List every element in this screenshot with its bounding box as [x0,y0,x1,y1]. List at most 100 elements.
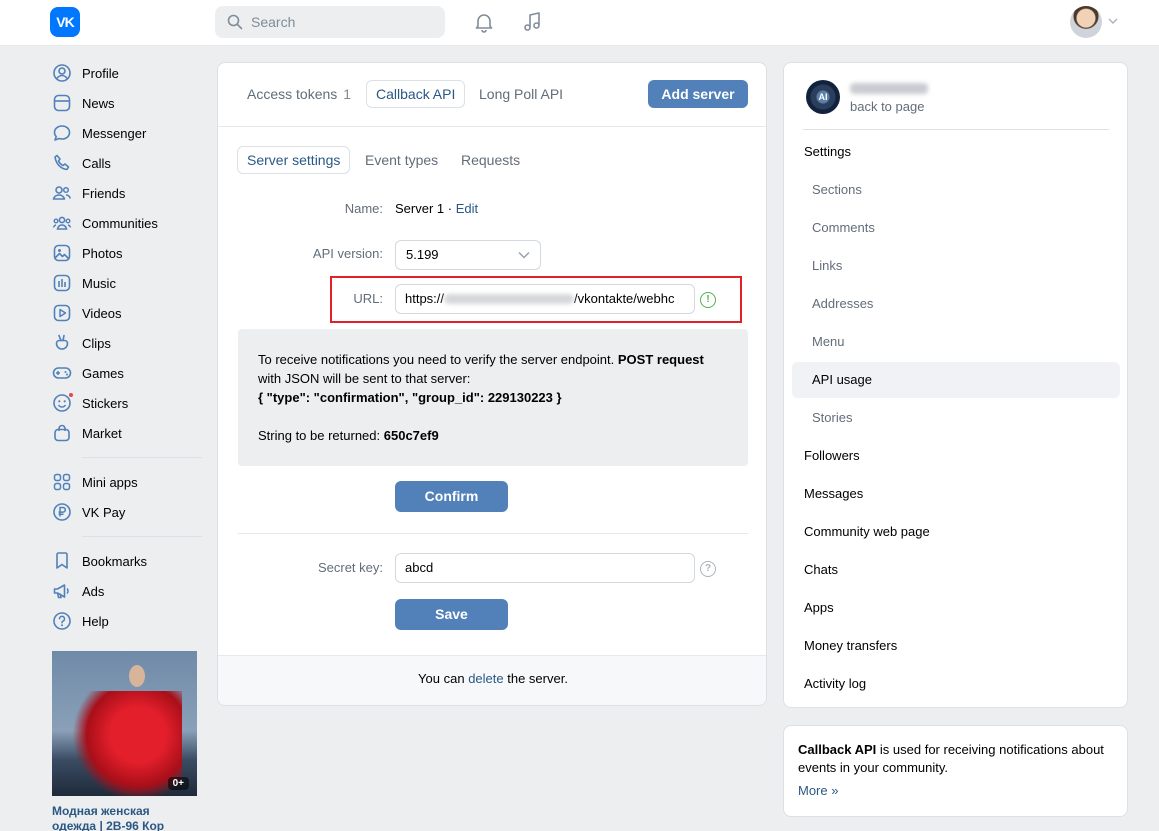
bookmark-icon [56,552,68,569]
tab-access-tokens[interactable]: Access tokens 1 [238,80,360,108]
search-input[interactable] [251,6,436,38]
menu-item-activity-log[interactable]: Activity log [792,666,1120,702]
nav-item-bookmarks[interactable]: Bookmarks [52,546,202,576]
nav-item-music[interactable]: Music [52,268,202,298]
delete-server-link[interactable]: delete [468,671,503,686]
nav-item-photos[interactable]: Photos [52,238,202,268]
notice-text-2: with JSON will be sent to that server: [258,371,471,386]
notice-text-1: To receive notifications you need to ver… [258,352,615,367]
nav-label: Stickers [82,395,129,411]
secret-key-input[interactable]: abcd [395,553,695,583]
delete-server-footer: You can delete the server. [218,655,766,705]
callback-api-panel: Access tokens 1 Callback API Long Poll AP… [217,62,767,706]
menu-item-addresses[interactable]: Addresses [792,286,1120,322]
tab-requests[interactable]: Requests [452,146,529,174]
server-name-value: Server 1 · [395,201,453,216]
top-header: VK [0,0,1159,46]
community-avatar[interactable]: AI [806,80,840,114]
url-prefix: https:// [405,291,445,306]
nav-item-stickers[interactable]: Stickers [52,388,202,418]
communities-icon [52,216,72,230]
nav-item-clips[interactable]: Clips [52,328,202,358]
nav-item-friends[interactable]: Friends [52,178,202,208]
menu-item-api-usage[interactable]: API usage [792,362,1120,398]
url-input[interactable]: https:// /vkontakte/webhc [395,284,695,314]
chevron-down-icon[interactable] [1108,16,1118,26]
ruble-icon [53,503,71,521]
menu-item-apps[interactable]: Apps [792,590,1120,626]
nav-label: Calls [82,155,111,171]
ad-image-dress [72,691,182,796]
shopping-bag-icon [54,424,70,442]
nav-item-market[interactable]: Market [52,418,202,448]
url-status-icon[interactable]: ! [700,292,716,308]
nav-item-mini-apps[interactable]: Mini apps [52,467,202,497]
nav-item-ads[interactable]: Ads [52,576,202,606]
music-note-icon[interactable] [520,10,544,34]
add-server-button[interactable]: Add server [648,80,748,108]
left-navigation: Profile News Messenger Calls Friends Com… [52,58,202,636]
nav-item-messenger[interactable]: Messenger [52,118,202,148]
nav-item-videos[interactable]: Videos [52,298,202,328]
nav-label: Friends [82,185,126,201]
nav-item-vk-pay[interactable]: VK Pay [52,497,202,527]
community-settings-menu: AI back to page Settings Sections Commen… [783,62,1128,708]
confirmation-notice: To receive notifications you need to ver… [238,329,748,466]
api-tabs: Access tokens 1 Callback API Long Poll AP… [218,63,766,127]
confirmation-string: 650c7ef9 [383,428,439,443]
menu-item-links[interactable]: Links [792,248,1120,284]
menu-item-chats[interactable]: Chats [792,552,1120,588]
menu-item-community-web-page[interactable]: Community web page [792,514,1120,550]
nav-item-communities[interactable]: Communities [52,208,202,238]
vk-logo[interactable]: VK [50,7,80,37]
tab-server-settings[interactable]: Server settings [237,146,351,174]
menu-item-settings[interactable]: Settings [792,134,1120,170]
back-to-page-link[interactable]: back to page [850,99,924,114]
sidebar-ad[interactable]: 0+ Модная женская одежда | 2В-96 Кор [52,651,197,831]
menu-item-comments[interactable]: Comments [792,210,1120,246]
nav-item-news[interactable]: News [52,88,202,118]
menu-item-followers[interactable]: Followers [792,438,1120,474]
nav-item-calls[interactable]: Calls [52,148,202,178]
redacted-community-name[interactable] [850,83,928,94]
nav-label: Games [82,365,124,381]
menu-item-money-transfers[interactable]: Money transfers [792,628,1120,664]
menu-item-sections[interactable]: Sections [792,172,1120,208]
menu-item-messages[interactable]: Messages [792,476,1120,512]
nav-label: Messenger [82,125,147,141]
nav-label: Photos [82,245,123,261]
search-box[interactable] [215,6,445,38]
megaphone-icon [53,584,69,599]
footer-text-post: the server. [507,671,568,686]
nav-item-games[interactable]: Games [52,358,202,388]
user-avatar[interactable] [1070,6,1102,38]
api-version-label: API version: [312,246,383,261]
question-icon [53,612,71,630]
nav-label: Help [82,613,109,629]
tab-long-poll-api[interactable]: Long Poll API [470,80,572,108]
ad-image[interactable]: 0+ [52,651,197,796]
notice-return-label: String to be returned: [258,428,381,443]
nav-item-profile[interactable]: Profile [52,58,202,88]
tab-event-types[interactable]: Event types [356,146,447,174]
nav-divider [82,536,202,537]
menu-item-menu[interactable]: Menu [792,324,1120,360]
tab-label: Access tokens [247,86,338,102]
friends-icon [52,186,72,200]
ad-image-model [129,665,145,687]
bell-icon[interactable] [472,10,496,34]
nav-label: Profile [82,65,119,81]
ad-title[interactable]: Модная женская одежда | 2В-96 Кор [52,804,197,831]
nav-item-help[interactable]: Help [52,606,202,636]
menu-item-stories[interactable]: Stories [792,400,1120,436]
help-icon[interactable]: ? [700,561,716,577]
edit-name-link[interactable]: Edit [456,201,478,216]
confirm-button[interactable]: Confirm [395,481,508,512]
music-bars-icon [53,274,71,292]
tab-callback-api[interactable]: Callback API [366,80,466,108]
more-link[interactable]: More » [798,782,1113,800]
search-icon [227,14,243,30]
api-version-select[interactable]: 5.199 [395,240,541,270]
news-icon [53,94,71,112]
save-button[interactable]: Save [395,599,508,630]
